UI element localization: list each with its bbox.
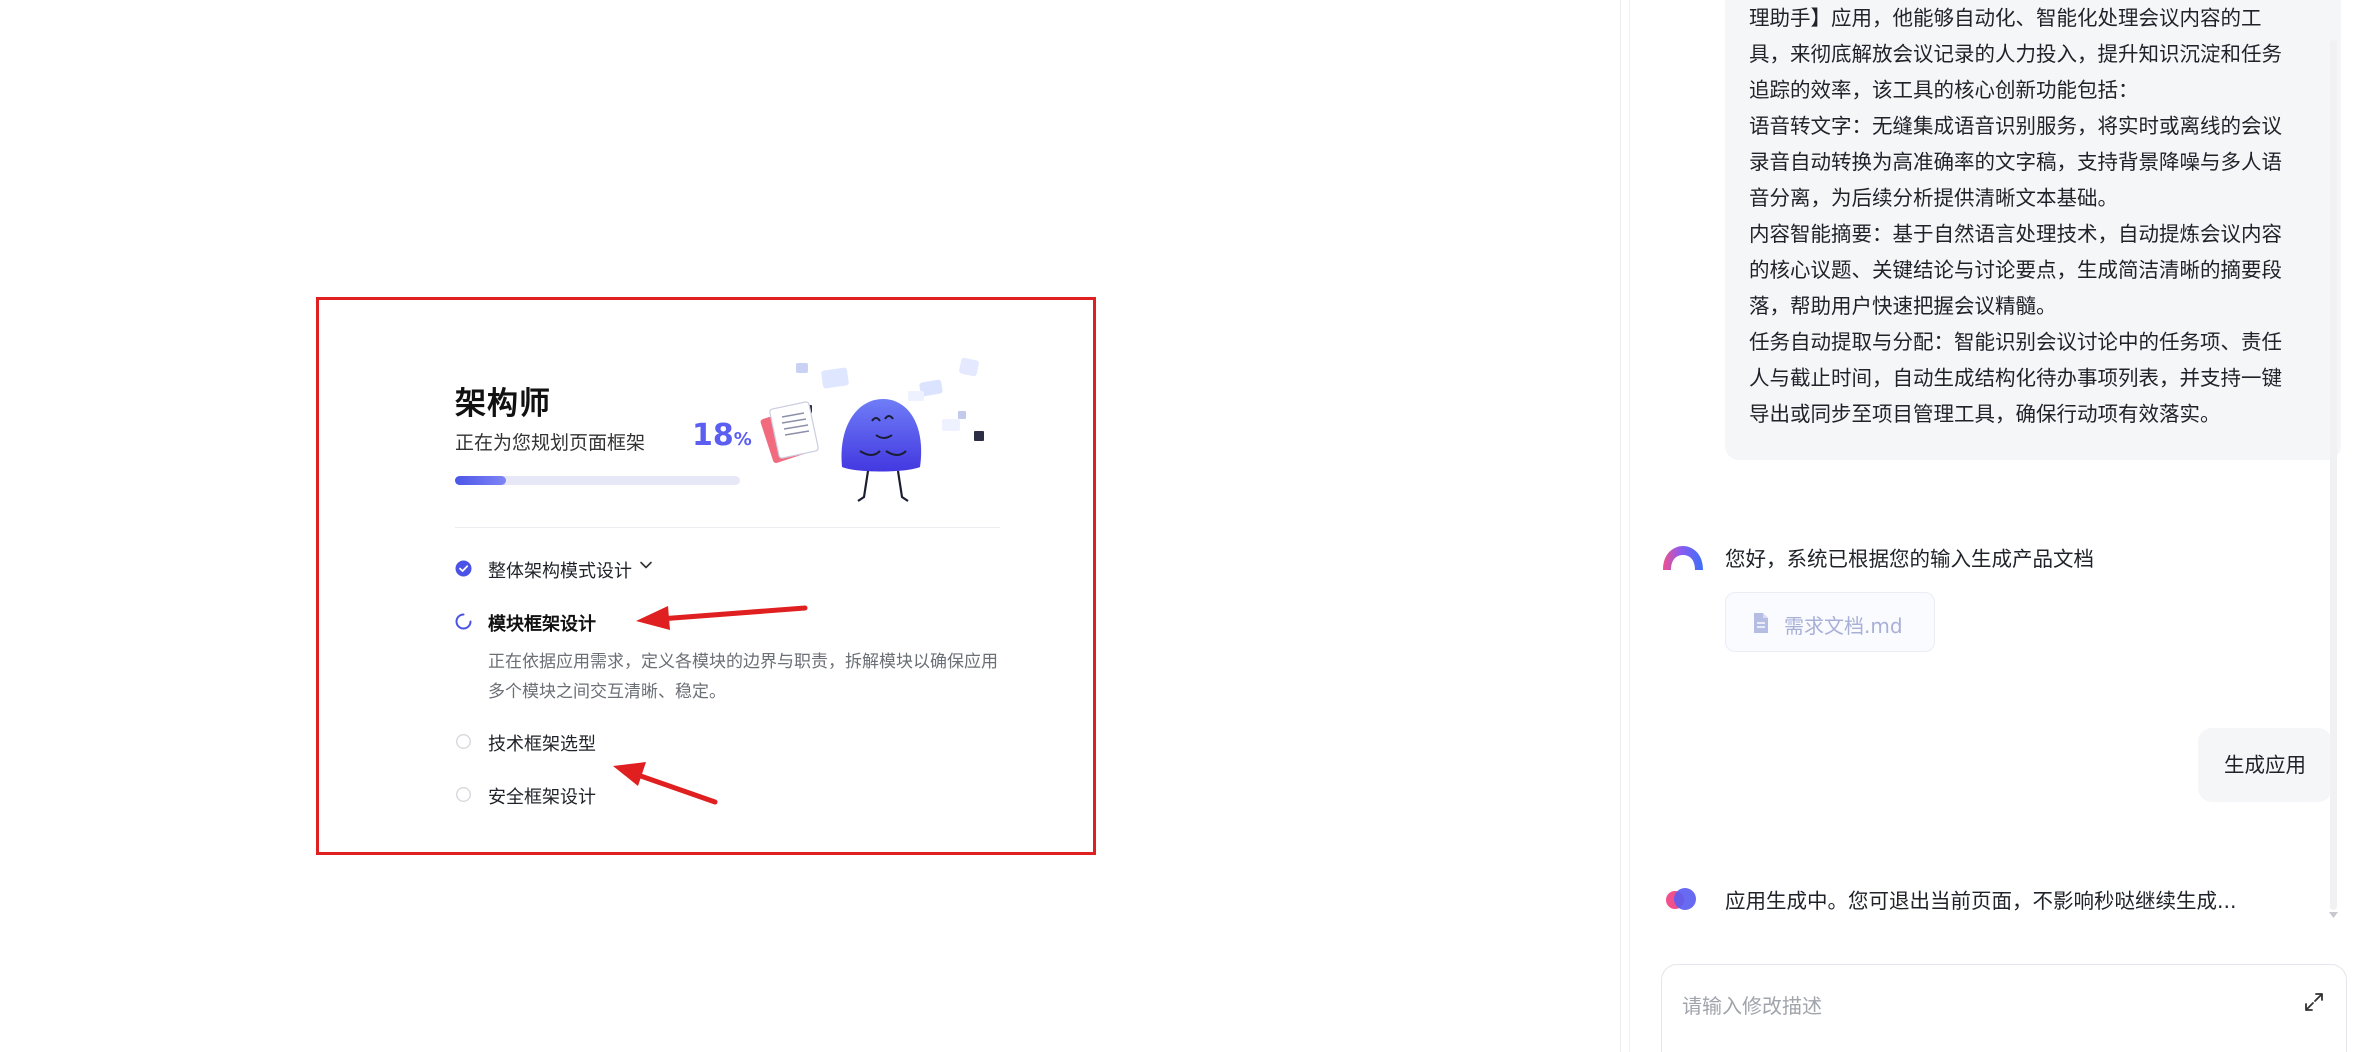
card-divider	[455, 527, 1000, 528]
progress-percent-value: 18	[692, 418, 734, 453]
doc-bubble-line: 具，来彻底解放会议记录的人力投入，提升知识沉淀和任务	[1749, 42, 2282, 66]
assistant-message-text: 应用生成中。您可退出当前页面，不影响秒哒继续生成...	[1725, 889, 2237, 913]
pending-circle-icon	[455, 786, 472, 803]
doc-bubble-line: 导出或同步至项目管理工具，确保行动项有效落实。	[1749, 402, 2221, 426]
doc-bubble-line: 人与截止时间，自动生成结构化待办事项列表，并支持一键	[1749, 366, 2282, 390]
chat-panel: 理助手】应用，他能够自动化、智能化处理会议内容的工 具，来彻底解放会议记录的人力…	[1620, 0, 2372, 1052]
doc-bubble-line: 追踪的效率，该工具的核心创新功能包括：	[1749, 78, 2139, 102]
progress-percent-sign: %	[733, 429, 752, 450]
doc-bubble-line: 任务自动提取与分配：智能识别会议讨论中的任务项、责任	[1749, 330, 2282, 354]
doc-bubble-line: 录音自动转换为高准确率的文字稿，支持背景降噪与多人语	[1749, 150, 2282, 174]
chevron-down-icon[interactable]	[638, 557, 654, 573]
app-root: 架构师 正在为您规划页面框架 18% 整体架构模式设计 模块框架设计 正在依据应…	[0, 0, 2372, 1052]
architect-mascot-illustration	[760, 357, 984, 502]
check-circle-icon	[455, 560, 472, 577]
loading-spinner-icon	[455, 613, 472, 630]
doc-bubble-line: 内容智能摘要：基于自然语言处理技术，自动提炼会议内容	[1749, 222, 2282, 246]
pending-circle-icon	[455, 733, 472, 750]
doc-bubble-line: 语音转文字：无缝集成语音识别服务，将实时或离线的会议	[1749, 114, 2282, 138]
file-attachment-name: 需求文档.md	[1784, 614, 1903, 638]
doc-bubble-line: 理助手】应用，他能够自动化、智能化处理会议内容的工	[1749, 6, 2262, 30]
bot-avatar-generating-icon	[1666, 888, 1696, 910]
chat-scrollbar[interactable]	[2330, 40, 2337, 910]
doc-bubble-line: 的核心议题、关键结论与讨论要点，生成简洁清晰的摘要段	[1749, 258, 2282, 282]
progress-bar	[455, 476, 740, 485]
progress-percent: 18%	[692, 418, 752, 453]
expand-icon[interactable]	[2303, 991, 2325, 1013]
architect-progress-card: 架构师 正在为您规划页面框架 18% 整体架构模式设计 模块框架设计 正在依据应…	[455, 355, 1000, 825]
bot-avatar-icon	[1663, 546, 1703, 570]
edit-description-input[interactable]	[1682, 989, 2282, 1023]
doc-bubble-line: 落，帮助用户快速把握会议精髓。	[1749, 294, 2057, 318]
card-subtitle: 正在为您规划页面框架	[455, 432, 646, 454]
assistant-message-text: 您好，系统已根据您的输入生成产品文档	[1725, 547, 2094, 571]
preview-canvas: 架构师 正在为您规划页面框架 18% 整体架构模式设计 模块框架设计 正在依据应…	[0, 0, 1620, 1052]
step-description: 正在依据应用需求，定义各模块的边界与职责，拆解模块以确保应用多个模块之间交互清晰…	[488, 652, 998, 702]
user-message-bubble: 生成应用	[2198, 728, 2332, 802]
document-file-icon	[1754, 613, 1768, 633]
step-label: 安全框架设计	[488, 787, 596, 808]
assistant-doc-bubble: 理助手】应用，他能够自动化、智能化处理会议内容的工 具，来彻底解放会议记录的人力…	[1725, 0, 2341, 460]
scroll-down-arrow-icon[interactable]	[2328, 910, 2339, 920]
card-title: 架构师	[455, 386, 551, 422]
file-attachment-chip[interactable]: 需求文档.md	[1725, 592, 1935, 652]
step-label: 模块框架设计	[488, 614, 596, 635]
progress-bar-fill	[455, 476, 507, 485]
step-label: 技术框架选型	[488, 734, 596, 755]
edit-input-container	[1661, 964, 2347, 1052]
step-label: 整体架构模式设计	[488, 561, 632, 582]
doc-bubble-line: 音分离，为后续分析提供清晰文本基础。	[1749, 186, 2118, 210]
